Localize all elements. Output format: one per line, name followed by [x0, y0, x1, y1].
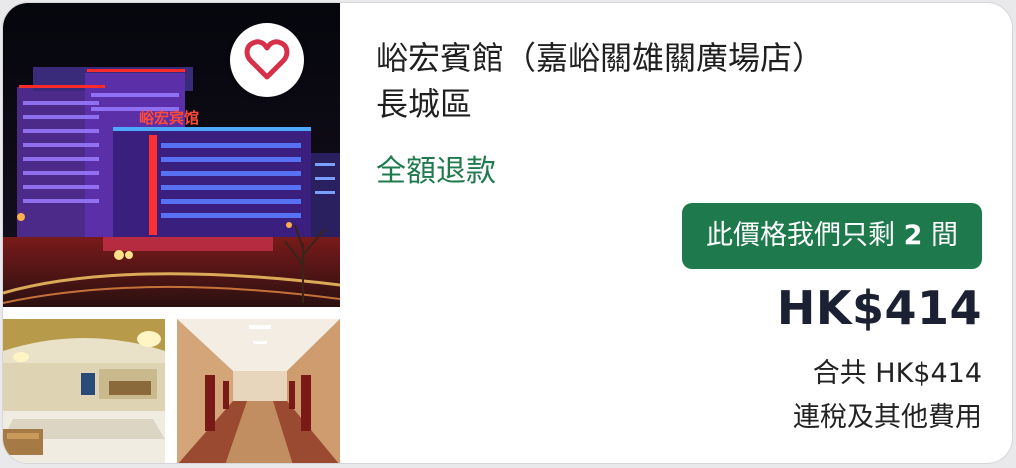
hotel-name-text: 峪宏賓館（嘉峪關雄關廣場店）	[376, 39, 825, 77]
availability-badge: 此價格我們只剩 2 間	[682, 203, 982, 269]
refund-policy-label: 全額退款	[376, 154, 496, 189]
photo-gallery[interactable]: 峪宏宾馆	[3, 3, 340, 463]
hotel-sign-text: 峪宏宾馆	[139, 109, 199, 127]
hotel-corridor-photo[interactable]	[177, 319, 340, 463]
heart-icon	[244, 39, 290, 80]
hotel-info-panel: 峪宏賓館（嘉峪關雄關廣場店） 長城區 全額退款 此價格我們只剩 2 間 HK$4…	[376, 3, 1012, 463]
availability-prefix: 此價格我們只剩	[706, 220, 896, 251]
favorite-button[interactable]	[230, 23, 304, 97]
taxes-note: 連稅及其他費用	[793, 402, 982, 433]
total-price: 合共 HK$414	[812, 358, 982, 389]
hotel-lobby-photo[interactable]	[3, 319, 165, 463]
availability-suffix: 間	[931, 220, 958, 251]
hotel-name-title[interactable]: 峪宏賓館（嘉峪關雄關廣場店） 長城區	[376, 35, 986, 127]
hotel-card[interactable]: 峪宏宾馆 峪宏賓館（嘉峪關雄關廣場店） 長城區 全額退款 此價格我們只剩 2 間…	[2, 2, 1013, 464]
hotel-district-text: 長城區	[376, 85, 473, 123]
rooms-left-count: 2	[903, 220, 923, 251]
nightly-price: HK$414	[776, 281, 982, 335]
